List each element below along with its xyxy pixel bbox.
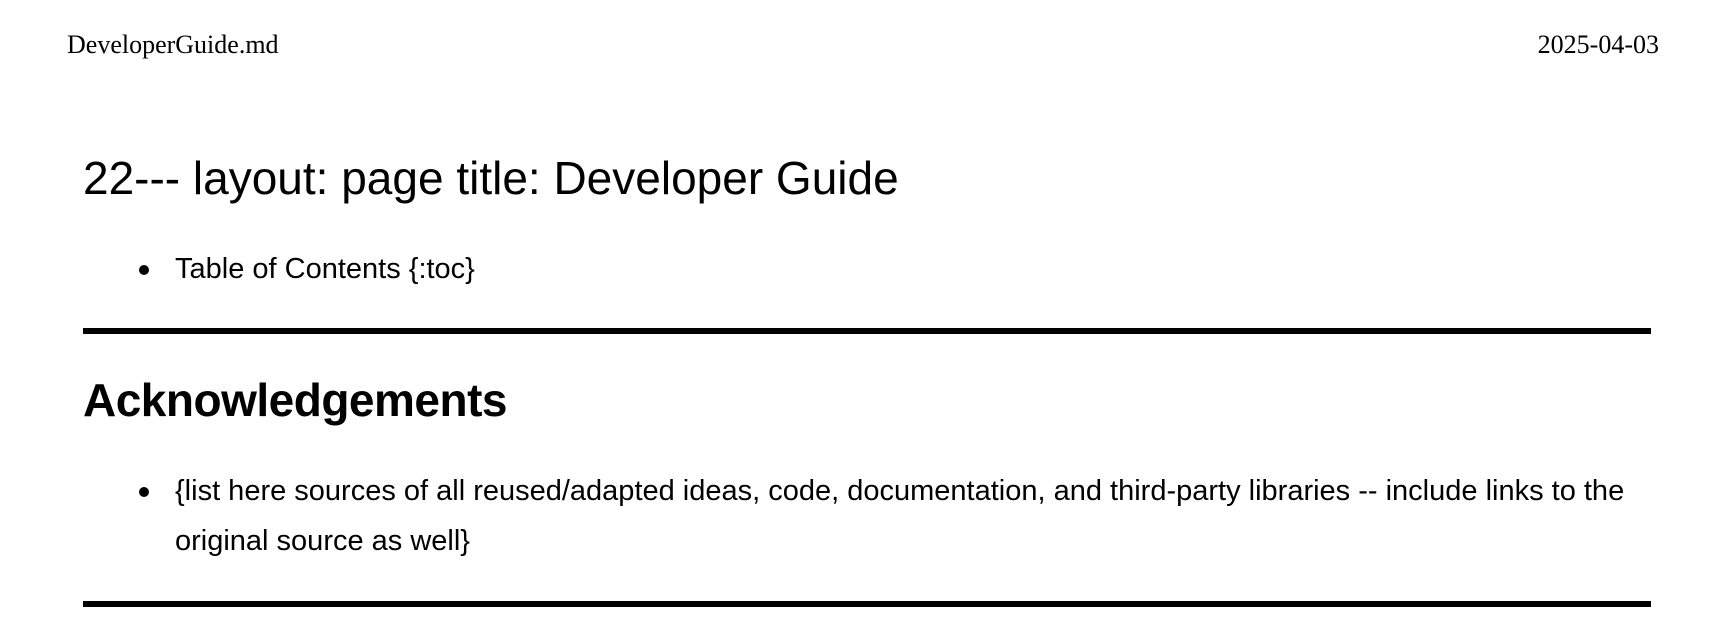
header-date: 2025-04-03: [1537, 30, 1659, 59]
acknowledgements-list: {list here sources of all reused/adapted…: [83, 466, 1651, 566]
section-heading-acknowledgements: Acknowledgements: [83, 374, 508, 426]
horizontal-rule: [83, 601, 1651, 607]
toc-item-text: Table of Contents {:toc}: [175, 253, 475, 285]
list-item: Table of Contents {:toc}: [83, 244, 1651, 294]
list-item: {list here sources of all reused/adapted…: [83, 466, 1655, 566]
bullet-icon: [139, 265, 149, 275]
print-header: DeveloperGuide.md 2025-04-03: [67, 30, 1659, 60]
header-filename: DeveloperGuide.md: [67, 30, 279, 59]
acknowledgement-item-text: {list here sources of all reused/adapted…: [175, 475, 1625, 557]
horizontal-rule: [83, 328, 1651, 334]
toc-list: Table of Contents {:toc}: [83, 244, 1651, 294]
page-title: 22--- layout: page title: Developer Guid…: [83, 152, 899, 204]
bullet-icon: [139, 487, 149, 497]
